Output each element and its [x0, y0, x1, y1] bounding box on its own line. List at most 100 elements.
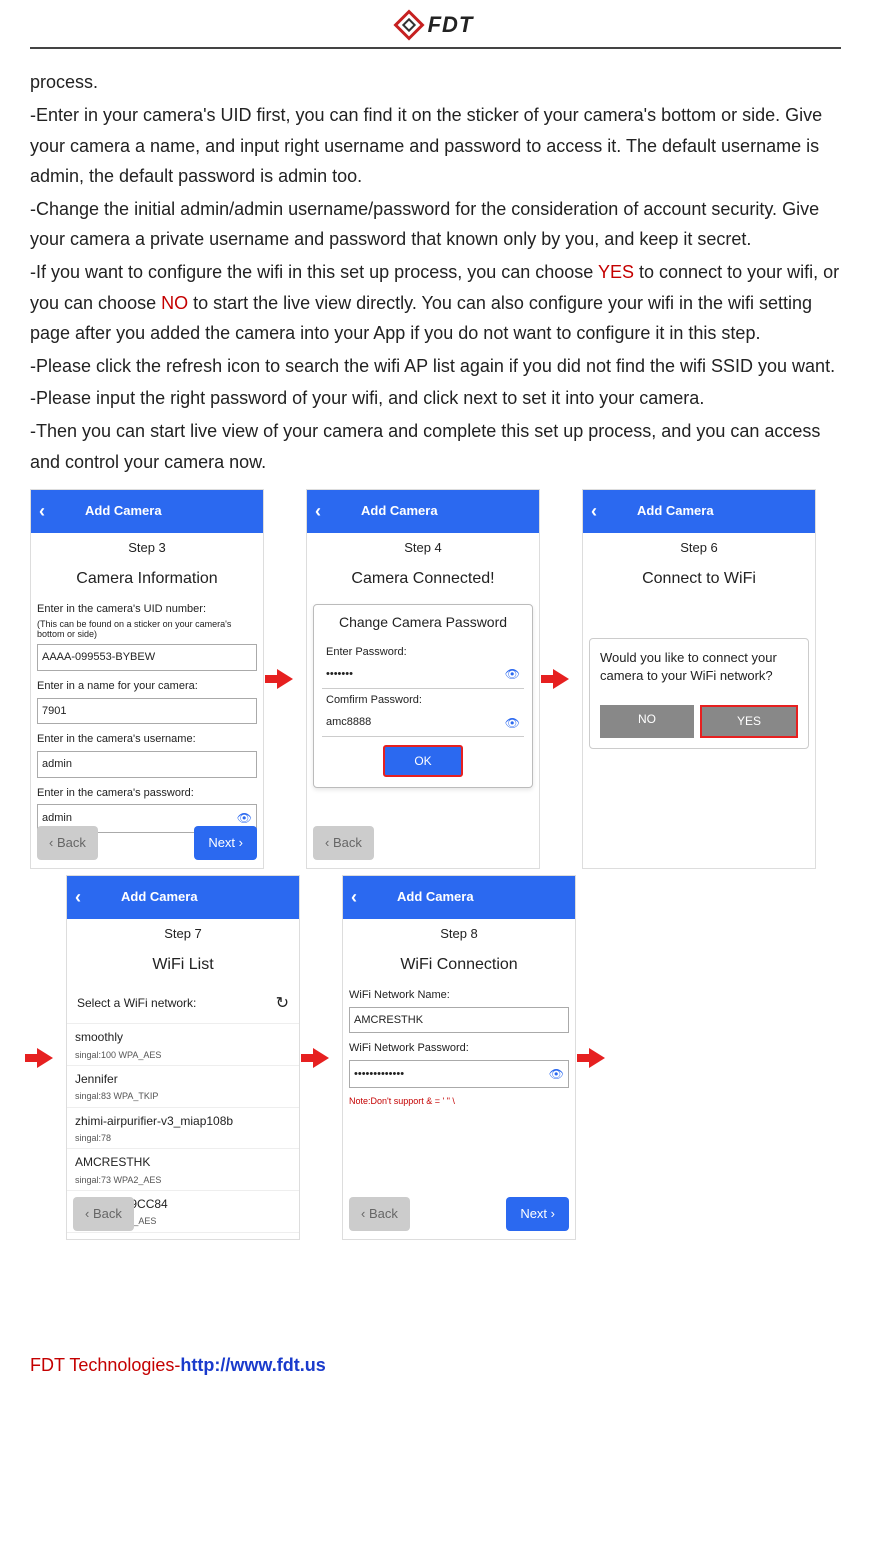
- screenshot-gallery: ‹ Add Camera Step 3 Camera Information E…: [30, 489, 841, 1240]
- app-header: ‹ Add Camera: [31, 490, 263, 533]
- uid-input[interactable]: AAAA-099553-BYBEW: [37, 644, 257, 671]
- wifi-list-item[interactable]: Jennifersingal:83 WPA_TKIP: [67, 1065, 299, 1107]
- brand-text: FDT: [428, 6, 474, 43]
- back-button[interactable]: ‹ Back: [37, 826, 98, 860]
- instr-wifi-choice: -If you want to configure the wifi in th…: [30, 257, 841, 349]
- name-label: Enter in a name for your camera:: [31, 675, 263, 696]
- page-footer: FDT Technologies-http://www.fdt.us: [30, 1350, 841, 1401]
- next-button[interactable]: Next ›: [194, 826, 257, 860]
- refresh-icon[interactable]: ↻: [276, 990, 289, 1017]
- next-button[interactable]: Next ›: [506, 1197, 569, 1231]
- back-button[interactable]: ‹ Back: [313, 826, 374, 860]
- logo-icon: [393, 9, 424, 40]
- user-label: Enter in the camera's username:: [31, 728, 263, 749]
- instruction-block: process. -Enter in your camera's UID fir…: [30, 67, 841, 477]
- instr-wifi-pass: -Please input the right password of your…: [30, 383, 841, 414]
- instr-live-view: -Then you can start live view of your ca…: [30, 416, 841, 477]
- screen-step7: ‹ Add Camera Step 7 WiFi List Select a W…: [66, 875, 300, 1240]
- back-button[interactable]: ‹ Back: [349, 1197, 410, 1231]
- screen-title: Connect to WiFi: [583, 563, 815, 598]
- screen-title: Camera Connected!: [307, 563, 539, 598]
- screen-step3: ‹ Add Camera Step 3 Camera Information E…: [30, 489, 264, 869]
- header-title: Add Camera: [361, 500, 438, 522]
- app-header: ‹ Add Camera: [343, 876, 575, 919]
- yes-keyword: YES: [598, 262, 634, 282]
- arrow-icon: [30, 875, 60, 1240]
- uid-hint: (This can be found on a sticker on your …: [31, 619, 263, 641]
- eye-icon[interactable]: 👁: [549, 1064, 564, 1084]
- step-label: Step 3: [31, 533, 263, 563]
- wifi-meta: singal:78: [75, 1131, 291, 1146]
- wifi-ssid: Jennifer: [75, 1069, 291, 1089]
- back-button[interactable]: ‹ Back: [73, 1197, 134, 1231]
- app-header: ‹ Add Camera: [67, 876, 299, 919]
- arrow-icon: [306, 875, 336, 1240]
- wifi-ssid: ChinaNet-tddb: [75, 1236, 291, 1241]
- user-input[interactable]: admin: [37, 751, 257, 778]
- uid-label: Enter in the camera's UID number:: [31, 598, 263, 619]
- pass-label: Enter in the camera's password:: [31, 782, 263, 803]
- wifi-prompt-text: Would you like to connect your camera to…: [600, 649, 798, 685]
- step-label: Step 7: [67, 919, 299, 949]
- step-label: Step 8: [343, 919, 575, 949]
- select-wifi-label: Select a WiFi network:: [77, 993, 196, 1013]
- footer-url[interactable]: http://www.fdt.us: [180, 1355, 325, 1375]
- arrow-icon: [582, 875, 612, 1240]
- wifi-ssid: zhimi-airpurifier-v3_miap108b: [75, 1111, 291, 1131]
- header-title: Add Camera: [637, 500, 714, 522]
- back-chevron-icon[interactable]: ‹: [39, 496, 45, 527]
- screen-title: Camera Information: [31, 563, 263, 598]
- wifi-name-input[interactable]: AMCRESTHK: [349, 1007, 569, 1034]
- no-button[interactable]: NO: [600, 705, 694, 738]
- wifi-name-label: WiFi Network Name:: [343, 984, 575, 1005]
- page-header: FDT: [30, 0, 841, 49]
- instr-change-pass: -Change the initial admin/admin username…: [30, 194, 841, 255]
- back-chevron-icon[interactable]: ‹: [315, 496, 321, 527]
- footer-company: FDT Technologies-: [30, 1355, 180, 1375]
- dialog-title: Change Camera Password: [320, 611, 526, 635]
- screen-title: WiFi Connection: [343, 949, 575, 984]
- wifi-meta: singal:100 WPA_AES: [75, 1048, 291, 1063]
- name-input[interactable]: 7901: [37, 698, 257, 725]
- eye-icon[interactable]: 👁: [505, 713, 520, 733]
- arrow-icon: [270, 489, 300, 869]
- screen-step8: ‹ Add Camera Step 8 WiFi Connection WiFi…: [342, 875, 576, 1240]
- confirm-pass-input[interactable]: amc8888👁: [322, 710, 524, 737]
- screen-title: WiFi List: [67, 949, 299, 984]
- lead-text: process.: [30, 67, 841, 98]
- header-title: Add Camera: [85, 500, 162, 522]
- no-keyword: NO: [161, 293, 188, 313]
- wifi-list-item[interactable]: smoothlysingal:100 WPA_AES: [67, 1023, 299, 1065]
- header-title: Add Camera: [121, 886, 198, 908]
- step-label: Step 4: [307, 533, 539, 563]
- wifi-prompt-dialog: Would you like to connect your camera to…: [589, 638, 809, 749]
- arrow-icon: [546, 489, 576, 869]
- brand-logo: FDT: [398, 6, 474, 43]
- wifi-list-item[interactable]: zhimi-airpurifier-v3_miap108bsingal:78: [67, 1107, 299, 1149]
- step-label: Step 6: [583, 533, 815, 563]
- back-chevron-icon[interactable]: ‹: [75, 882, 81, 913]
- wifi-meta: singal:83 WPA_TKIP: [75, 1089, 291, 1104]
- back-chevron-icon[interactable]: ‹: [351, 882, 357, 913]
- instr-uid: -Enter in your camera's UID first, you c…: [30, 100, 841, 192]
- wifi-list-item[interactable]: ChinaNet-tddbsingal:57 WPA_TKIP: [67, 1232, 299, 1241]
- screen-step6: ‹ Add Camera Step 6 Connect to WiFi Woul…: [582, 489, 816, 869]
- screen-step4: ‹ Add Camera Step 4 Camera Connected! Ch…: [306, 489, 540, 869]
- yes-button[interactable]: YES: [700, 705, 798, 738]
- wifi-pass-label: WiFi Network Password:: [343, 1037, 575, 1058]
- instr-refresh: -Please click the refresh icon to search…: [30, 351, 841, 382]
- app-header: ‹ Add Camera: [583, 490, 815, 533]
- wifi-ssid: AMCRESTHK: [75, 1152, 291, 1172]
- wifi-list-item[interactable]: AMCRESTHKsingal:73 WPA2_AES: [67, 1148, 299, 1190]
- enter-pass-input[interactable]: •••••••👁: [322, 661, 524, 688]
- enter-pass-label: Enter Password:: [320, 641, 526, 662]
- password-note: Note:Don't support & = ' " \: [343, 1092, 575, 1111]
- eye-icon[interactable]: 👁: [505, 664, 520, 684]
- back-chevron-icon[interactable]: ‹: [591, 496, 597, 527]
- wifi-select-row: Select a WiFi network: ↻: [67, 984, 299, 1023]
- wifi-meta: singal:73 WPA2_AES: [75, 1173, 291, 1188]
- change-password-dialog: Change Camera Password Enter Password: •…: [313, 604, 533, 788]
- app-header: ‹ Add Camera: [307, 490, 539, 533]
- ok-button[interactable]: OK: [383, 745, 463, 777]
- wifi-pass-input[interactable]: •••••••••••••👁: [349, 1060, 569, 1088]
